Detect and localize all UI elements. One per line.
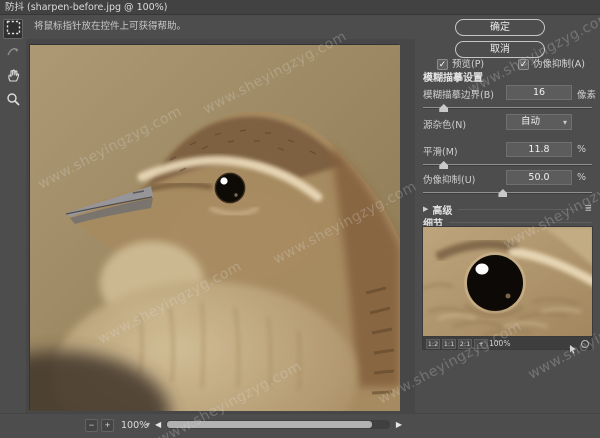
blur-direction-tool[interactable] <box>3 43 23 63</box>
slider-thumb[interactable] <box>498 189 507 197</box>
scrollbar-thumb[interactable] <box>167 421 372 428</box>
zoom-out-button[interactable]: − <box>85 419 98 432</box>
settings-panel: 确定 取消 ✓ 预览(P) ✓ 伪像抑制(A) 模糊描摹设置 模糊描摹边界(B)… <box>415 15 600 413</box>
smoothing-slider[interactable] <box>423 160 592 170</box>
artifact-suppression-unit: % <box>577 172 586 183</box>
hand-tool[interactable] <box>3 67 23 87</box>
detail-zoom-1-2-button[interactable]: 1:2 <box>426 339 440 349</box>
slider-track <box>423 164 592 166</box>
divider <box>458 209 578 210</box>
divider <box>449 222 592 223</box>
scrollbar-track[interactable] <box>166 420 390 429</box>
tool-column <box>0 15 26 438</box>
detail-zoom-2-1-button[interactable]: 2:1 <box>458 339 472 349</box>
hint-text: 将鼠标指针放在控件上可获得帮助。 <box>26 15 415 39</box>
preview-canvas <box>26 39 415 413</box>
zoom-in-button[interactable]: + <box>101 419 114 432</box>
slider-track <box>423 107 592 109</box>
caret-down-icon: ▾ <box>563 116 567 130</box>
artifact-suppression-slider-label: 伪像抑制(U) <box>423 172 475 186</box>
artifact-suppression-slider[interactable] <box>423 188 592 198</box>
smoothing-unit: % <box>577 144 586 155</box>
slider-thumb[interactable] <box>439 104 448 112</box>
zoom-level-value[interactable]: 100% <box>121 420 148 431</box>
detail-zoom-bar: 1:2 1:1 2:1 + 100% <box>422 337 593 350</box>
smoothing-label: 平滑(M) <box>423 144 458 158</box>
blur-trace-bounds-input[interactable] <box>506 85 572 100</box>
detach-loupe-icon[interactable] <box>581 340 589 348</box>
status-bar: − + 100% ▾ ◀ ▶ <box>0 413 600 438</box>
detail-zoom-in-button[interactable]: + <box>474 339 488 349</box>
blur-direction-icon <box>6 44 21 63</box>
magnifier-icon <box>6 92 21 111</box>
blur-estimation-icon <box>6 20 21 39</box>
horizontal-scrollbar[interactable]: ◀ ▶ <box>155 418 402 433</box>
window-title: 防抖 (sharpen-before.jpg @ 100%) <box>0 0 600 15</box>
hand-icon <box>6 68 21 87</box>
artifact-suppression-checkbox-label[interactable]: 伪像抑制(A) <box>533 59 585 71</box>
cancel-button[interactable]: 取消 <box>455 41 545 58</box>
blur-trace-bounds-label: 模糊描摹边界(B) <box>423 87 494 101</box>
detail-preview[interactable] <box>422 226 593 337</box>
panel-menu-icon[interactable]: ≣ <box>584 204 592 214</box>
source-noise-label: 源杂色(N) <box>423 117 466 131</box>
blur-trace-bounds-unit: 像素 <box>577 87 596 101</box>
source-noise-select[interactable]: 自动 ▾ <box>506 114 572 130</box>
blur-estimation-tool[interactable] <box>3 19 23 39</box>
smoothing-input[interactable] <box>506 142 572 157</box>
source-noise-value: 自动 <box>521 116 540 127</box>
ok-button[interactable]: 确定 <box>455 19 545 36</box>
enhance-at-loupe-icon[interactable] <box>568 339 578 349</box>
detail-zoom-level: 100% <box>489 339 510 348</box>
artifact-suppression-checkbox[interactable]: ✓ <box>518 59 529 70</box>
slider-track <box>423 192 592 194</box>
zoom-level-caret-icon[interactable]: ▾ <box>146 420 150 429</box>
slider-thumb[interactable] <box>439 161 448 169</box>
collapsed-arrow-icon: ▶ <box>423 205 428 213</box>
blur-trace-settings-title: 模糊描摹设置 <box>423 69 483 84</box>
detail-zoom-1-1-button[interactable]: 1:1 <box>442 339 456 349</box>
image-preview[interactable] <box>29 44 399 410</box>
advanced-section-toggle[interactable]: ▶ 高级 ≣ <box>423 203 592 215</box>
artifact-suppression-input[interactable] <box>506 170 572 185</box>
zoom-tool[interactable] <box>3 91 23 111</box>
scroll-left-icon[interactable]: ◀ <box>155 420 161 430</box>
scroll-right-icon[interactable]: ▶ <box>396 420 402 430</box>
blur-trace-bounds-slider[interactable] <box>423 103 592 113</box>
